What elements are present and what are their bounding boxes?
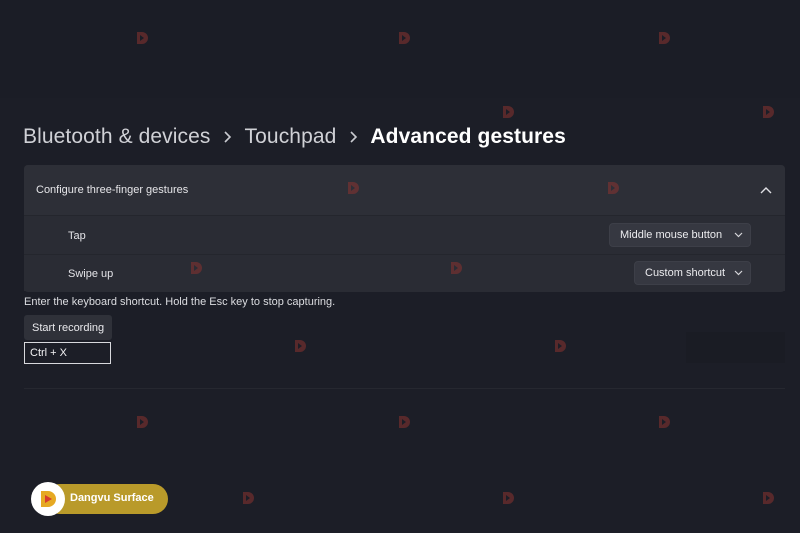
watermark-logo-icon — [659, 32, 670, 44]
start-recording-button[interactable]: Start recording — [24, 315, 112, 340]
watermark-logo-icon — [243, 492, 254, 504]
watermark-logo-icon — [348, 182, 359, 194]
tap-action-dropdown[interactable]: Middle mouse button — [609, 223, 751, 247]
watermark-logo-icon — [451, 262, 462, 274]
gesture-row-label: Swipe up — [68, 268, 114, 280]
watermark-logo-icon — [659, 416, 670, 428]
divider — [24, 388, 785, 389]
brand-watermark: Dangvu Surface — [31, 482, 168, 516]
window-top-area — [0, 0, 800, 98]
watermark-logo-icon — [503, 106, 514, 118]
watermark-logo-icon — [191, 262, 202, 274]
watermark-logo-icon — [137, 32, 148, 44]
watermark-logo-icon — [763, 106, 774, 118]
chevron-down-icon — [726, 270, 750, 276]
page-title: Advanced gestures — [370, 125, 566, 148]
brand-logo-icon — [31, 482, 65, 516]
watermark-logo-icon — [503, 492, 514, 504]
dropdown-value: Custom shortcut — [645, 267, 726, 279]
panel-title: Configure three-finger gestures — [36, 184, 189, 196]
watermark-logo-icon — [137, 416, 148, 428]
swipe-up-action-dropdown[interactable]: Custom shortcut — [634, 261, 751, 285]
shortcut-instruction: Enter the keyboard shortcut. Hold the Es… — [24, 296, 336, 308]
watermark-logo-icon — [399, 32, 410, 44]
chevron-up-icon[interactable] — [759, 183, 773, 197]
watermark-logo-icon — [555, 340, 566, 352]
brand-name: Dangvu Surface — [70, 492, 154, 504]
watermark-logo-icon — [763, 492, 774, 504]
breadcrumb-touchpad[interactable]: Touchpad — [245, 125, 337, 149]
gesture-row-swipe-up: Swipe up Custom shortcut — [24, 255, 785, 291]
panel-header[interactable]: Configure three-finger gestures — [24, 165, 785, 216]
shortcut-input[interactable]: Ctrl + X — [24, 342, 111, 364]
watermark-logo-icon — [608, 182, 619, 194]
chevron-right-icon — [336, 131, 370, 143]
background-block — [686, 332, 785, 363]
breadcrumb: Bluetooth & devices Touchpad Advanced ge… — [23, 122, 566, 152]
watermark-logo-icon — [295, 340, 306, 352]
breadcrumb-bluetooth-devices[interactable]: Bluetooth & devices — [23, 125, 211, 149]
watermark-logo-icon — [399, 416, 410, 428]
three-finger-gestures-panel: Configure three-finger gestures Tap Midd… — [24, 165, 785, 292]
chevron-right-icon — [211, 131, 245, 143]
gesture-row-tap: Tap Middle mouse button — [24, 217, 785, 255]
dropdown-value: Middle mouse button — [620, 229, 723, 241]
chevron-down-icon — [726, 232, 750, 238]
gesture-row-label: Tap — [68, 230, 86, 242]
